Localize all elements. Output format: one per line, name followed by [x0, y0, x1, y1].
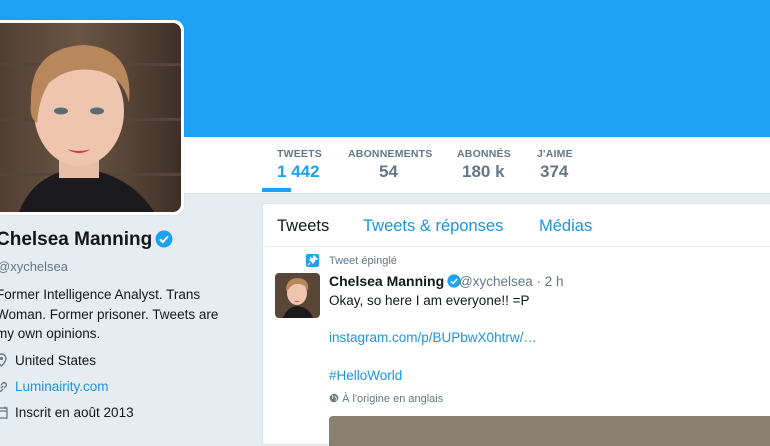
tweet-link[interactable]: instagram.com/p/BUPbwX0htrw/… [329, 330, 537, 345]
active-tab-indicator [262, 188, 291, 192]
timeline-tabs: Tweets Tweets & réponses Médias [263, 204, 770, 247]
avatar[interactable] [0, 23, 181, 212]
globe-icon [329, 393, 339, 405]
tab-media[interactable]: Médias [539, 217, 592, 236]
stat-likes-label: J'AIME [537, 148, 573, 160]
profile-location-text: United States [15, 353, 97, 368]
stat-following-value: 54 [379, 162, 398, 181]
tweet-text: Okay, so here I am everyone!! =P [329, 293, 530, 308]
stat-followers-label: ABONNÉS [457, 148, 511, 160]
stat-following-label: ABONNEMENTS [348, 148, 433, 160]
pin-icon [306, 254, 319, 267]
tweet-origin-text: À l'origine en anglais [342, 393, 444, 405]
profile-joined: Inscrit en août 2013 [0, 405, 134, 422]
tweet-avatar[interactable] [275, 273, 320, 318]
timeline: Tweets Tweets & réponses Médias Tweet ép… [262, 203, 770, 446]
stat-tweets-label: TWEETS [277, 148, 322, 160]
tweet-origin[interactable]: À l'origine en anglais [329, 393, 443, 405]
map-pin-icon [0, 353, 10, 370]
profile-website-link[interactable]: Luminairity.com [15, 379, 109, 394]
profile-avatar-frame[interactable] [0, 20, 184, 215]
link-icon [0, 381, 10, 396]
stat-tweets-value: 1 442 [277, 162, 320, 181]
tweet-author-name-text[interactable]: Chelsea Manning [329, 273, 444, 289]
tab-tweets[interactable]: Tweets [277, 217, 329, 236]
pinned-tweet-label: Tweet épinglé [329, 255, 397, 267]
tab-tweets-replies[interactable]: Tweets & réponses [363, 217, 503, 236]
tweet-media-preview[interactable] [329, 416, 770, 446]
profile-joined-text: Inscrit en août 2013 [15, 405, 134, 420]
profile-handle[interactable]: @xychelsea [0, 259, 68, 274]
profile-name[interactable]: Chelsea Manning [0, 229, 152, 250]
stat-likes-value: 374 [540, 162, 569, 181]
profile-location: United States [0, 353, 96, 370]
profile-website[interactable]: Luminairity.com [0, 379, 109, 396]
stat-followers-value: 180 k [462, 162, 505, 181]
tweet-author-name[interactable]: Chelsea Manning [329, 273, 461, 291]
profile-name-row: Chelsea Manning [0, 229, 173, 254]
profile-bio: Former Intelligence Analyst. Trans Woman… [0, 287, 219, 341]
calendar-icon [0, 406, 10, 422]
tweet-handle-time[interactable]: @xychelsea · 2 h [459, 274, 564, 289]
tweet-hashtag[interactable]: #HelloWorld [329, 368, 402, 383]
verified-badge-icon [155, 230, 173, 254]
